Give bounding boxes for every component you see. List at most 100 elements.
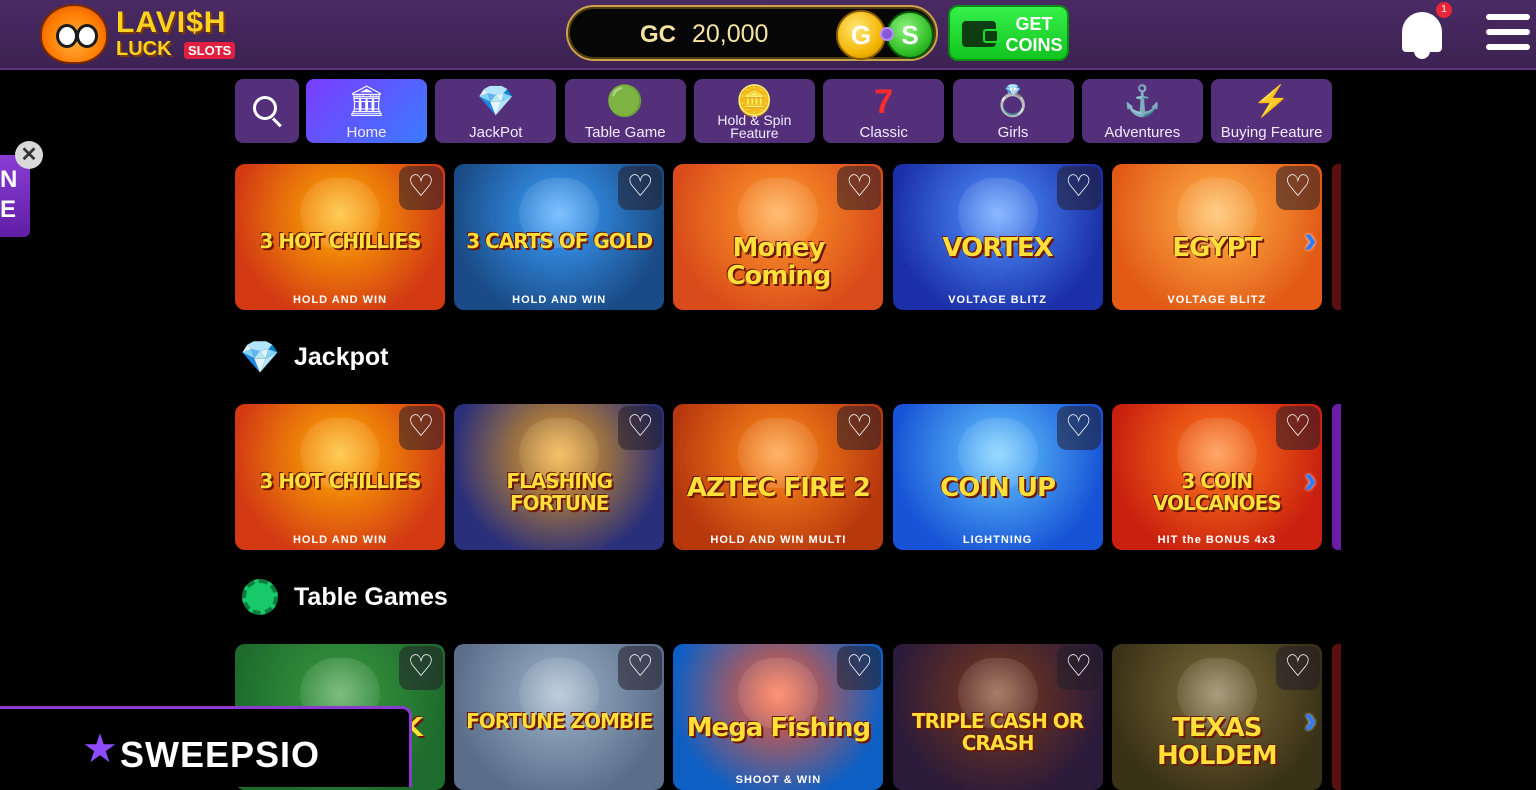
game-subtitle: VOLTAGE BLITZ bbox=[948, 294, 1047, 306]
game-tile[interactable]: Money Coming ♡ bbox=[673, 164, 884, 310]
balance-amount: 20,000 bbox=[692, 20, 769, 48]
game-subtitle: HOLD AND WIN bbox=[292, 534, 388, 546]
coin-balance[interactable]: GC 20,000 G S bbox=[566, 5, 938, 61]
favorite-heart-icon[interactable]: ♡ bbox=[618, 406, 663, 450]
favorite-heart-icon[interactable]: ♡ bbox=[618, 646, 663, 690]
scroll-right-arrow-icon[interactable]: › bbox=[1304, 459, 1317, 502]
game-tile[interactable]: FLASHING FORTUNE ♡ bbox=[454, 404, 665, 550]
game-title: COIN UP bbox=[940, 473, 1056, 503]
favorite-heart-icon[interactable]: ♡ bbox=[399, 406, 443, 450]
game-title: Money Coming bbox=[726, 233, 831, 291]
logo-text-line2: LUCK bbox=[116, 38, 172, 60]
logo-text-line1: LAVI$H bbox=[116, 6, 227, 39]
game-title: 3 COIN VOLCANOES bbox=[1152, 469, 1282, 515]
featured-games-row: 3 HOT CHILLIES HOLD AND WIN ♡ 3 CARTS OF GO… bbox=[235, 164, 1341, 310]
game-tile[interactable]: 3 CARTS OF GOLD HOLD AND WIN ♡ bbox=[454, 164, 665, 310]
ring-icon: 💍 bbox=[994, 85, 1032, 118]
jackpot-section-header: 💎 Jackpot bbox=[238, 337, 388, 377]
next-tile-peek bbox=[1332, 164, 1341, 310]
get-coins-button[interactable]: GET COINS bbox=[948, 5, 1069, 61]
game-subtitle: SHOOT & WIN bbox=[735, 774, 822, 786]
diamond-icon: 💎 bbox=[477, 85, 515, 118]
get-coins-label: GET COINS bbox=[1005, 14, 1063, 55]
favorite-heart-icon[interactable]: ♡ bbox=[837, 646, 882, 690]
tab-adventures[interactable]: ⚓ Adventures bbox=[1081, 79, 1203, 143]
balance-currency: GC bbox=[640, 21, 676, 48]
game-subtitle: HOLD AND WIN bbox=[292, 294, 388, 306]
hamburger-menu-icon[interactable] bbox=[1486, 14, 1530, 54]
game-title: AZTEC FIRE 2 bbox=[686, 473, 871, 503]
close-promo-button[interactable]: ✕ bbox=[15, 141, 43, 169]
side-promo-text: N E bbox=[0, 166, 18, 223]
scroll-right-arrow-icon[interactable]: › bbox=[1304, 219, 1317, 262]
tab-classic[interactable]: 7 Classic bbox=[823, 79, 945, 143]
tab-label: Buying Feature bbox=[1220, 124, 1323, 141]
next-tile-peek bbox=[1332, 644, 1341, 790]
game-tile[interactable]: VORTEX VOLTAGE BLITZ ♡ bbox=[892, 164, 1103, 310]
gold-coin-toggle[interactable]: G bbox=[836, 10, 886, 60]
game-title: Mega Fishing bbox=[686, 713, 871, 743]
tab-girls[interactable]: 💍 Girls bbox=[952, 79, 1074, 143]
game-tile[interactable]: TRIPLE CASH OR CRASH ♡ bbox=[892, 644, 1103, 790]
favorite-heart-icon[interactable]: ♡ bbox=[1275, 646, 1320, 690]
site-logo[interactable]: LAVI$H LUCK SLOTS bbox=[40, 2, 245, 66]
game-tile[interactable]: 3 COIN VOLCANOES HIT the BONUS 4x3 ♡ bbox=[1111, 404, 1322, 550]
favorite-heart-icon[interactable]: ♡ bbox=[618, 166, 663, 210]
favorite-heart-icon[interactable]: ♡ bbox=[837, 166, 882, 210]
favorite-heart-icon[interactable]: ♡ bbox=[1056, 406, 1101, 450]
logo-badge: SLOTS bbox=[184, 42, 236, 59]
game-tile[interactable]: EGYPT VOLTAGE BLITZ ♡ bbox=[1111, 164, 1322, 310]
tab-buying-feature[interactable]: ⚡ Buying Feature bbox=[1211, 79, 1333, 143]
favorite-heart-icon[interactable]: ♡ bbox=[399, 166, 443, 210]
jackpot-games-row: 3 HOT CHILLIES HOLD AND WIN ♡ FLASHING FORT… bbox=[235, 404, 1341, 550]
watermark-text: SWEEPSIO bbox=[120, 734, 321, 775]
game-title: FORTUNE ZOMBIE bbox=[466, 709, 653, 733]
game-title: 3 HOT CHILLIES bbox=[259, 229, 421, 253]
notifications-button[interactable]: 1 bbox=[1396, 2, 1452, 62]
mascot-logo-icon bbox=[40, 4, 108, 64]
chip-icon bbox=[238, 577, 282, 617]
game-title: 3 CARTS OF GOLD bbox=[466, 229, 653, 253]
game-tile[interactable]: 3 HOT CHILLIES HOLD AND WIN ♡ bbox=[235, 164, 445, 310]
game-title: 3 HOT CHILLIES bbox=[259, 469, 421, 493]
favorite-heart-icon[interactable]: ♡ bbox=[399, 646, 443, 690]
favorite-heart-icon[interactable]: ♡ bbox=[837, 406, 882, 450]
favorite-heart-icon[interactable]: ♡ bbox=[1275, 406, 1320, 450]
game-title: TRIPLE CASH OR CRASH bbox=[912, 709, 1084, 755]
favorite-heart-icon[interactable]: ♡ bbox=[1056, 166, 1101, 210]
game-tile[interactable]: AZTEC FIRE 2 HOLD AND WIN MULTI ♡ bbox=[673, 404, 884, 550]
top-header: LAVI$H LUCK SLOTS GC 20,000 G S GET COIN… bbox=[0, 0, 1536, 70]
favorite-heart-icon[interactable]: ♡ bbox=[1275, 166, 1320, 210]
game-subtitle: HOLD AND WIN MULTI bbox=[710, 534, 847, 546]
game-title: EGYPT bbox=[1172, 233, 1262, 263]
seven-icon: 7 bbox=[874, 83, 894, 121]
tab-hold-spin-feature[interactable]: 🪙 Hold & Spin Feature bbox=[693, 79, 815, 143]
tab-label: Classic bbox=[859, 124, 908, 141]
tab-table-game[interactable]: 🟢 Table Game bbox=[564, 79, 686, 143]
tab-home[interactable]: 🏛 Home bbox=[306, 79, 427, 143]
table-games-section-header: Table Games bbox=[238, 577, 448, 617]
sweepsio-watermark: ★ SWEEPSIO bbox=[0, 706, 412, 787]
game-tile[interactable]: Mega Fishing SHOOT & WIN ♡ bbox=[673, 644, 884, 790]
chip-icon: 🟢 bbox=[606, 85, 644, 118]
game-title: VORTEX bbox=[942, 233, 1054, 263]
game-subtitle: HOLD AND WIN bbox=[512, 294, 607, 306]
tab-label: JackPot bbox=[469, 124, 523, 141]
game-tile[interactable]: TEXAS HOLDEM ♡ bbox=[1111, 644, 1322, 790]
star-logo-icon: ★ bbox=[82, 727, 118, 771]
bell-clapper bbox=[1414, 50, 1430, 59]
section-title-jackpot: Jackpot bbox=[294, 342, 389, 371]
tab-label: Girls bbox=[997, 124, 1029, 141]
bell-icon bbox=[1402, 12, 1442, 52]
tab-label: Table Game bbox=[584, 124, 666, 141]
game-tile[interactable]: 3 HOT CHILLIES HOLD AND WIN ♡ bbox=[235, 404, 445, 550]
lightning-icon: ⚡ bbox=[1252, 85, 1291, 118]
game-tile[interactable]: FORTUNE ZOMBIE ♡ bbox=[454, 644, 665, 790]
scroll-right-arrow-icon[interactable]: › bbox=[1304, 699, 1317, 742]
next-tile-peek bbox=[1332, 404, 1341, 550]
game-tile[interactable]: COIN UP LIGHTNING ♡ bbox=[892, 404, 1103, 550]
tab-jackpot[interactable]: 💎 JackPot bbox=[435, 79, 557, 143]
anchor-icon: ⚓ bbox=[1123, 85, 1161, 118]
search-button[interactable] bbox=[235, 79, 299, 143]
favorite-heart-icon[interactable]: ♡ bbox=[1056, 646, 1101, 690]
